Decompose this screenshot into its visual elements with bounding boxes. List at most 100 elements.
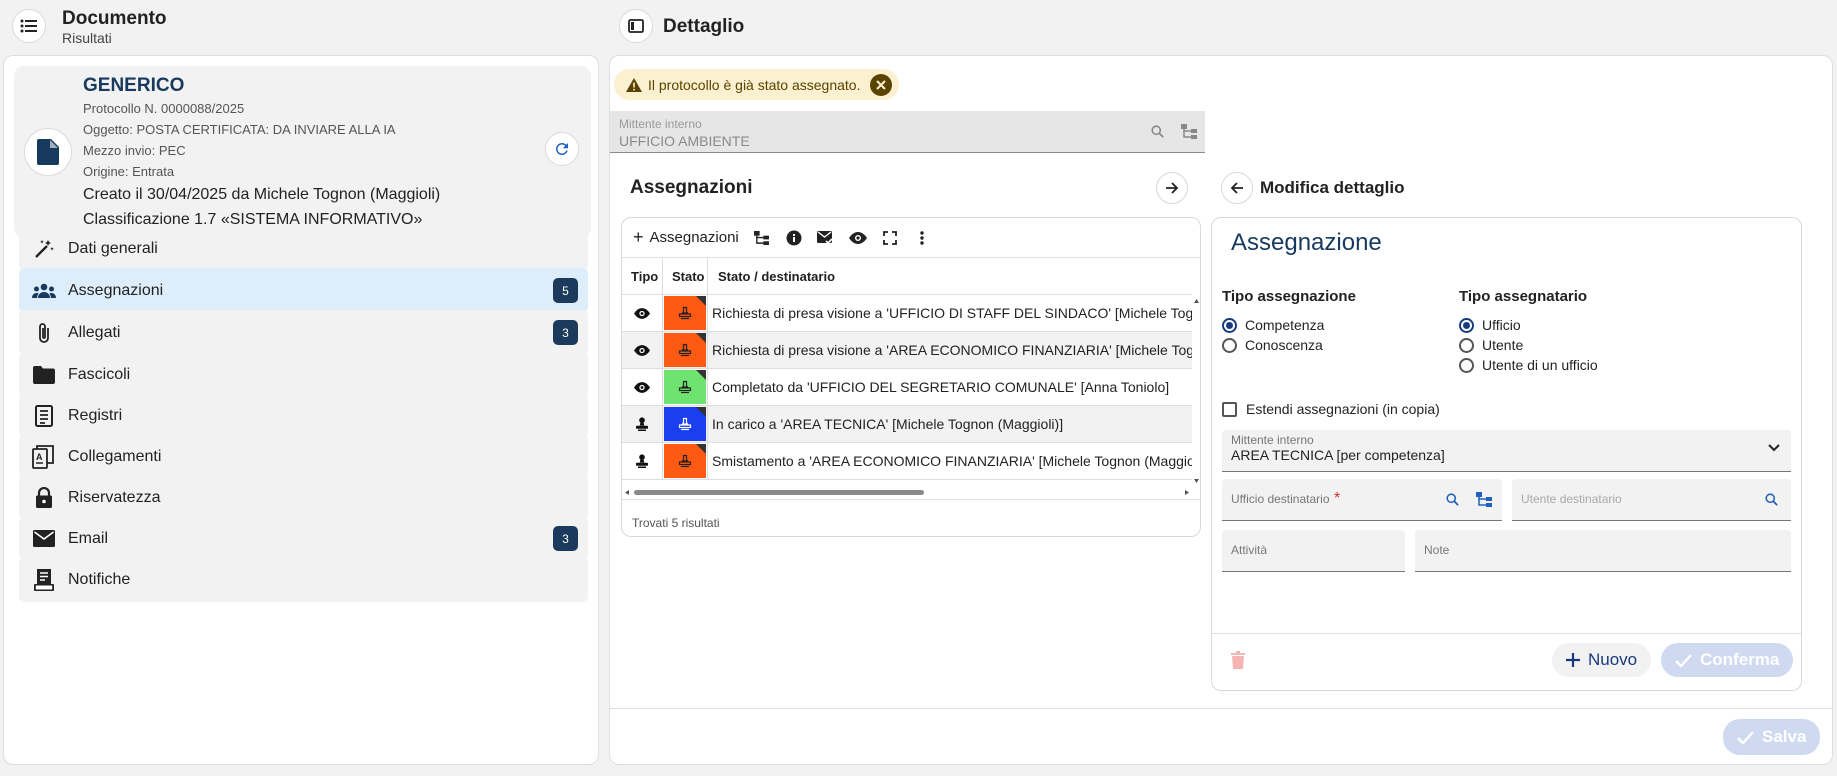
corner-marker (696, 407, 706, 417)
conferma-label: Conferma (1700, 650, 1780, 669)
search-icon[interactable] (1764, 492, 1779, 507)
sidebar-item-riservatezza[interactable]: Riservatezza (19, 475, 588, 520)
table-row[interactable]: Richiesta di presa visione a 'UFFICIO DI… (622, 295, 1192, 332)
sidebar-item-label: Assegnazioni (68, 281, 164, 299)
radio-competenza[interactable]: Competenza (1222, 315, 1324, 335)
column-destinatario[interactable]: Stato / destinatario (708, 258, 1192, 295)
corner-marker (696, 333, 706, 343)
radio-selected-icon (1459, 317, 1474, 333)
cell-stato (663, 369, 708, 405)
horizontal-scrollbar[interactable] (622, 487, 1192, 498)
vertical-scrollbar[interactable] (1192, 295, 1200, 487)
eye-icon (634, 307, 650, 319)
ufficio-destinatario-field[interactable]: Ufficio destinatario * (1222, 479, 1502, 521)
sidebar-item-label: Riservatezza (68, 488, 161, 506)
stamp-icon (678, 454, 692, 468)
note-label: Note (1424, 543, 1450, 557)
sidebar-item-notifiche[interactable]: Notifiche (19, 557, 588, 602)
sidebar-item-dati-generali[interactable]: Dati generali (19, 226, 588, 271)
back-button[interactable] (1221, 172, 1253, 204)
folder-icon (31, 362, 56, 387)
menu-toggle-button[interactable] (12, 9, 46, 43)
conferma-button[interactable]: Conferma (1661, 643, 1794, 677)
note-field[interactable]: Note (1415, 530, 1791, 572)
radio-label: Conoscenza (1245, 337, 1323, 353)
checkbox-icon (1222, 401, 1237, 417)
document-icon (37, 139, 59, 165)
utente-destinatario-field[interactable]: Utente destinatario (1512, 479, 1791, 521)
radio-utente[interactable]: Utente (1459, 335, 1598, 355)
table-row[interactable]: Richiesta di presa visione a 'AREA ECONO… (622, 332, 1192, 369)
assegnazioni-title: Assegnazioni (630, 177, 753, 198)
search-icon[interactable] (1150, 124, 1165, 139)
right-panel: Il protocollo è già stato assegnato. Mit… (609, 55, 1833, 765)
sidebar-toggle-button[interactable] (619, 9, 653, 43)
mittente-label: Mittente interno (619, 117, 702, 131)
radio-empty-icon (1222, 337, 1237, 353)
eye-icon (634, 381, 650, 393)
table-row[interactable]: Smistamento a 'AREA ECONOMICO FINANZIARI… (622, 443, 1192, 480)
stamp-icon (678, 417, 692, 431)
estendi-checkbox[interactable]: Estendi assegnazioni (in copia) (1222, 399, 1440, 419)
sidebar-item-fascicoli[interactable]: Fascicoli (19, 352, 588, 397)
radio-conoscenza[interactable]: Conoscenza (1222, 335, 1324, 355)
sidebar-item-allegati[interactable]: Allegati 3 (19, 310, 588, 355)
tipo-assegnazione-label: Tipo assegnazione (1222, 288, 1356, 305)
hierarchy-icon[interactable] (1476, 492, 1492, 507)
alert-close-button[interactable] (870, 73, 893, 96)
table-row[interactable]: Completato da 'UFFICIO DEL SEGRETARIO CO… (622, 369, 1192, 406)
document-type: GENERICO (83, 75, 185, 96)
close-icon (876, 79, 887, 90)
sidebar-item-email[interactable]: Email 3 (19, 516, 588, 561)
salva-button[interactable]: Salva (1723, 719, 1821, 755)
radio-ufficio[interactable]: Ufficio (1459, 315, 1598, 335)
column-stato[interactable]: Stato (663, 258, 708, 295)
status-indicator (664, 370, 706, 404)
form-title: Assegnazione (1231, 229, 1382, 256)
delete-icon[interactable] (1231, 651, 1245, 669)
info-icon[interactable] (785, 229, 803, 247)
cell-tipo (622, 406, 663, 442)
mittente-select-value: AREA TECNICA [per competenza] (1231, 447, 1445, 463)
alert-banner: Il protocollo è già stato assegnato. (614, 69, 899, 100)
corner-marker (696, 370, 706, 380)
nuovo-button[interactable]: Nuovo (1552, 643, 1652, 677)
created-info: Creato il 30/04/2025 da Michele Tognon (… (83, 186, 441, 203)
document-info: GENERICO Protocollo N. 0000088/2025 Ogge… (83, 74, 440, 232)
radio-utente-di-un-ufficio[interactable]: Utente di un ufficio (1459, 355, 1598, 375)
results-count: Trovati 5 risultati (632, 516, 720, 530)
table-row[interactable]: In carico a 'AREA TECNICA' [Michele Togn… (622, 406, 1192, 443)
alert-text: Il protocollo è già stato assegnato. (648, 76, 861, 93)
cell-destinatario: Richiesta di presa visione a 'UFFICIO DI… (712, 305, 1192, 321)
expand-arrow-button[interactable] (1156, 172, 1188, 204)
count-badge: 3 (553, 526, 578, 551)
status-indicator (664, 296, 706, 330)
search-icon[interactable] (1445, 492, 1460, 507)
mail-check-icon[interactable] (817, 229, 835, 247)
refresh-button[interactable] (545, 132, 579, 166)
column-tipo[interactable]: Tipo (622, 258, 663, 295)
more-vertical-icon[interactable] (913, 229, 931, 247)
mittente-select-label: Mittente interno (1231, 433, 1314, 447)
stamp-icon (678, 343, 692, 357)
hierarchy-icon[interactable] (753, 229, 771, 247)
fullscreen-icon[interactable] (881, 229, 899, 247)
sidebar-item-collegamenti[interactable]: A Collegamenti (19, 434, 588, 479)
sidebar-item-registri[interactable]: Registri (19, 393, 588, 438)
table-toolbar: + Assegnazioni (622, 218, 1200, 258)
add-assegnazione-button[interactable]: + Assegnazioni (633, 227, 739, 248)
cell-destinatario: Smistamento a 'AREA ECONOMICO FINANZIARI… (712, 453, 1192, 469)
sidebar-item-assegnazioni[interactable]: Assegnazioni 5 (19, 268, 588, 313)
mittente-value: UFFICIO AMBIENTE (619, 133, 750, 149)
cell-tipo (622, 295, 663, 331)
radio-label: Ufficio (1482, 317, 1521, 333)
radio-empty-icon (1459, 337, 1474, 353)
mittente-interno-field[interactable]: Mittente interno UFFICIO AMBIENTE (610, 111, 1205, 153)
attivita-field[interactable]: Attività (1222, 530, 1405, 572)
eye-icon[interactable] (848, 229, 867, 247)
attivita-label: Attività (1231, 543, 1268, 557)
status-indicator (664, 407, 706, 441)
mittente-interno-select[interactable]: Mittente interno AREA TECNICA [per compe… (1222, 430, 1791, 472)
document-subject: Oggetto: POSTA CERTIFICATA: DA INVIARE A… (83, 122, 396, 137)
hierarchy-icon[interactable] (1181, 124, 1197, 139)
